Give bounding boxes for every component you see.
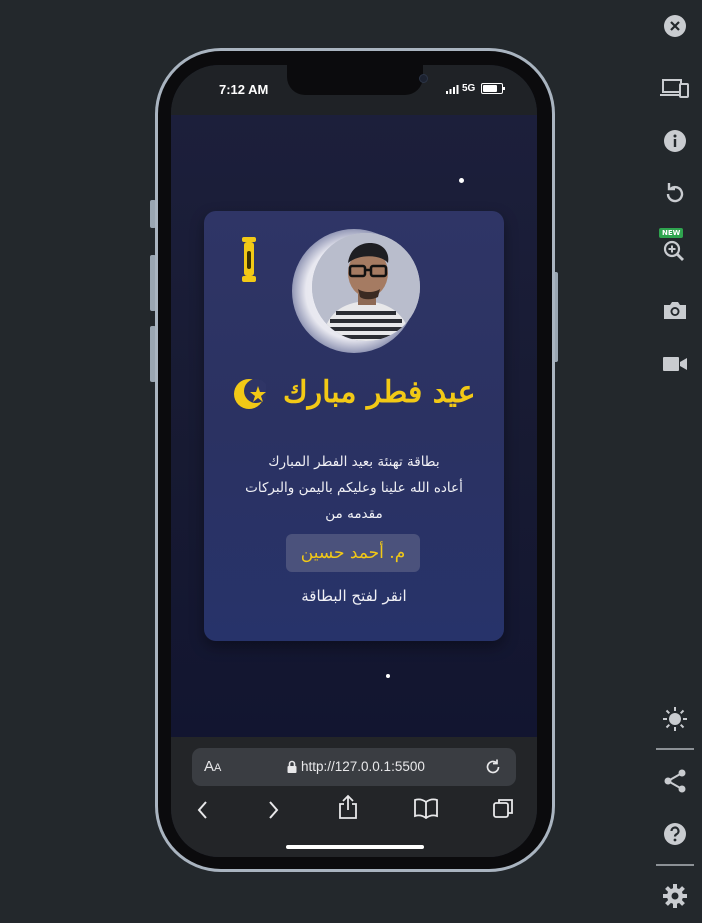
back-icon[interactable] <box>195 799 211 821</box>
share-button[interactable] <box>656 763 694 799</box>
device-toggle-button[interactable] <box>656 70 694 106</box>
phone-screen: 7:12 AM 5G عيد فطر مبارك بطاقة تهنئة بعي… <box>171 65 537 857</box>
new-badge: NEW <box>659 228 684 238</box>
rotate-icon <box>666 183 684 203</box>
devtools-toolbar: NEW <box>648 0 702 923</box>
lock-icon <box>287 760 297 773</box>
url-text: http://127.0.0.1:5500 <box>301 759 425 774</box>
zoom-button[interactable]: NEW <box>656 228 694 266</box>
message-line: بطاقة تهنئة بعيد الفطر المبارك <box>268 454 440 470</box>
screenshot-button[interactable] <box>656 292 694 328</box>
zoom-in-icon <box>663 240 684 261</box>
card-message: بطاقة تهنئة بعيد الفطر المبارك أعاده الل… <box>204 449 504 527</box>
gear-icon <box>663 884 687 908</box>
help-icon <box>664 823 686 845</box>
forward-icon[interactable] <box>265 799 281 821</box>
status-bar: 7:12 AM 5G <box>171 65 537 115</box>
browser-toolbar: AA http://127.0.0.1:5500 <box>171 737 537 857</box>
status-time: 7:12 AM <box>219 82 269 97</box>
signal-icon <box>446 85 459 94</box>
message-line: مقدمه من <box>325 506 383 522</box>
share-sheet-icon[interactable] <box>337 794 359 820</box>
devices-icon <box>660 79 689 98</box>
crescent-moon <box>292 229 420 353</box>
settings-button[interactable] <box>656 878 694 914</box>
brightness-icon <box>663 707 687 731</box>
close-icon <box>664 15 686 37</box>
star <box>386 674 390 678</box>
crescent-star-icon <box>234 379 267 409</box>
person-image <box>312 233 420 341</box>
bookmarks-icon[interactable] <box>413 797 439 819</box>
camera-icon <box>664 302 686 319</box>
sender-name-badge: م. أحمد حسين <box>286 534 420 572</box>
tabs-icon[interactable] <box>492 797 516 819</box>
battery-icon <box>481 83 505 94</box>
theme-button[interactable] <box>656 701 694 737</box>
message-line: أعاده الله علينا وعليكم باليمن والبركات <box>245 480 463 496</box>
address-bar[interactable]: AA http://127.0.0.1:5500 <box>192 748 516 786</box>
web-page: عيد فطر مبارك بطاقة تهنئة بعيد الفطر الم… <box>171 115 537 737</box>
info-icon <box>664 130 686 152</box>
text-size-button[interactable]: AA <box>204 758 221 775</box>
reload-icon[interactable] <box>483 757 503 777</box>
star <box>459 178 464 183</box>
video-icon <box>663 357 687 371</box>
info-button[interactable] <box>656 123 694 159</box>
home-indicator <box>286 845 424 849</box>
share-icon <box>664 769 686 793</box>
card-title: عيد فطر مبارك <box>204 375 504 411</box>
toolbar-divider <box>656 748 694 750</box>
profile-photo <box>312 233 420 341</box>
record-button[interactable] <box>656 346 694 382</box>
network-type: 5G <box>462 83 476 94</box>
rotate-button[interactable] <box>656 176 694 212</box>
close-button[interactable] <box>656 8 694 44</box>
open-card-link[interactable]: انقر لفتح البطاقة <box>204 587 504 605</box>
toolbar-divider <box>656 864 694 866</box>
eid-greeting-card[interactable]: عيد فطر مبارك بطاقة تهنئة بعيد الفطر الم… <box>204 211 504 641</box>
help-button[interactable] <box>656 816 694 852</box>
lantern-icon <box>242 237 256 282</box>
notch <box>287 65 428 95</box>
